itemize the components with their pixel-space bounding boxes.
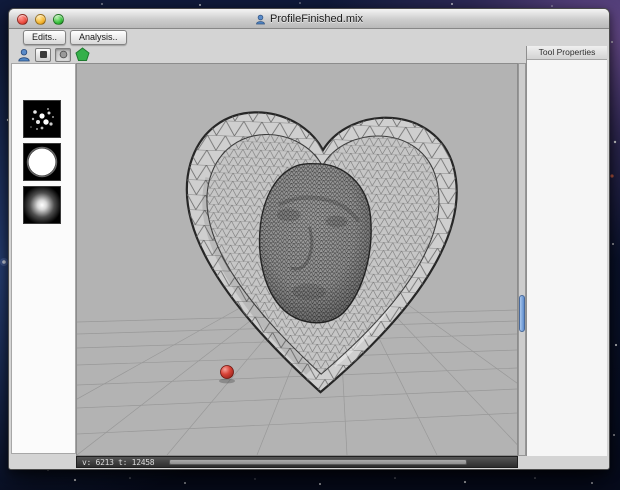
dots-falloff-thumbnail[interactable]: [23, 100, 61, 138]
red-pivot-sphere: [219, 366, 235, 384]
square-icon: [39, 50, 48, 59]
3d-viewport[interactable]: [76, 63, 518, 456]
dots-falloff-preview: [24, 101, 60, 137]
soft-falloff-thumbnail[interactable]: [23, 186, 61, 224]
document-icon: [255, 14, 266, 25]
menubar: Edits.. Analysis..: [9, 29, 609, 46]
red-star: [610, 174, 613, 177]
disc-falloff-preview: [24, 144, 60, 180]
app-logo-icon: [17, 48, 31, 62]
tool-properties-panel: Tool Properties: [526, 46, 607, 456]
polygon-tool-button[interactable]: [75, 47, 90, 62]
menu-item-edits[interactable]: Edits..: [23, 30, 66, 45]
viewport-scrollbar[interactable]: [518, 63, 526, 456]
titlebar[interactable]: ProfileFinished.mix: [9, 9, 609, 29]
mesh-stats: v: 6213 t: 12458: [77, 458, 154, 467]
status-progress-bar: [169, 459, 467, 465]
tool-properties-title: Tool Properties: [527, 46, 607, 60]
menu-item-analysis[interactable]: Analysis..: [70, 30, 127, 45]
statusbar: v: 6213 t: 12458: [76, 456, 518, 468]
square-view-button[interactable]: [35, 48, 51, 62]
window-title: ProfileFinished.mix: [270, 13, 363, 25]
sphere-icon: [59, 50, 68, 59]
toolbar: [9, 46, 129, 63]
falloff-sidebar: [11, 63, 76, 454]
disc-falloff-thumbnail[interactable]: [23, 143, 61, 181]
desktop: ProfileFinished.mix Edits.. Analysis..: [0, 0, 620, 490]
app-window: ProfileFinished.mix Edits.. Analysis..: [8, 8, 610, 470]
sphere-view-button[interactable]: [55, 48, 71, 62]
viewport-render: [77, 64, 517, 455]
window-title-area: ProfileFinished.mix: [9, 9, 609, 29]
scrollbar-thumb[interactable]: [519, 295, 525, 332]
